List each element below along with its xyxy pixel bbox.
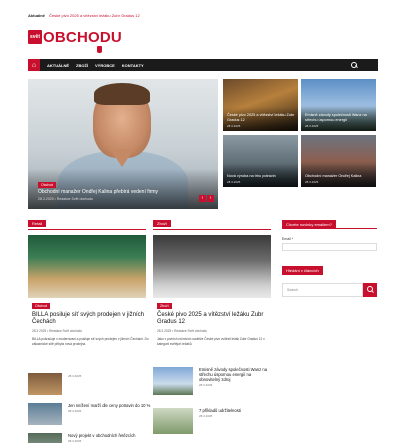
tile-meta: 28.3.2025 <box>305 124 319 128</box>
search-widget: Hledání v článcích Search <box>282 266 377 297</box>
article-title[interactable]: České pivo 2025 a vítězství ležáku Zubr … <box>157 312 275 326</box>
list-thumbnail[interactable] <box>153 408 193 434</box>
search-button[interactable] <box>363 283 377 297</box>
hero-slide[interactable]: Obchod Obchodní manažer Ondřej Kalina př… <box>28 79 218 209</box>
section-divider <box>28 229 146 230</box>
list-item-meta: 28.3.2025 <box>199 383 213 387</box>
article-image[interactable] <box>153 235 271 298</box>
article-excerpt: BILLA pokračuje v modernizaci a posiluje… <box>32 337 149 346</box>
list-thumbnail[interactable] <box>28 373 62 395</box>
featured-tile[interactable]: Emisně závody společnosti Wanz na střech… <box>301 79 376 131</box>
tile-title[interactable]: Emisně závody společnosti Wanz na střech… <box>305 113 373 122</box>
article-excerpt: Jako v prvních ročnících soutěže České p… <box>157 337 265 346</box>
list-item-meta: 28.3.2025 <box>68 409 82 413</box>
ticker-label: Aktuálně <box>28 13 45 18</box>
nav-item-zbozi[interactable]: Zboží <box>76 63 88 68</box>
tile-meta: 28.3.2025 <box>227 180 241 184</box>
tile-meta: 28.3.2025 <box>227 124 241 128</box>
section-divider <box>153 229 271 230</box>
article-image[interactable] <box>28 235 146 298</box>
list-item-meta: 28.3.2025 <box>68 439 82 443</box>
hero-category-badge[interactable]: Obchod <box>38 182 57 188</box>
main-navigation: ⌂ Aktuálně Zboží Výrobce Kontakty <box>28 59 378 71</box>
featured-tile[interactable]: Obchodní manažer Ondřej Kalina 28.3.2025 <box>301 135 376 187</box>
newsletter-title: Chcete novinky emailem? <box>282 220 336 229</box>
tile-title[interactable]: Obchodní manažer Ondřej Kalina <box>305 174 373 179</box>
list-item[interactable]: Emisně závody společnosti Wanz na střech… <box>153 367 271 395</box>
tile-title[interactable]: České pivo 2025 a vítězství ležáku Zubr … <box>227 113 295 122</box>
logo-wordmark: OBCHODU <box>43 28 122 46</box>
home-icon[interactable]: ⌂ <box>28 59 40 71</box>
nav-item-vyrobce[interactable]: Výrobce <box>95 63 115 68</box>
article-meta: 28.3.2025 • Redakce Svět obchodu <box>157 329 208 333</box>
shopping-bag-icon <box>97 46 102 53</box>
section-label-retail[interactable]: Retail <box>28 220 47 227</box>
ticker-link[interactable]: České pivo 2025 a vítězství ležáku Zubr … <box>49 13 140 18</box>
list-item-title[interactable]: 7 příkladů udržitelnosti <box>199 408 271 413</box>
featured-tile[interactable]: České pivo 2025 a vítězství ležáku Zubr … <box>223 79 298 131</box>
featured-tile[interactable]: Nová výroba na trhu potravin 28.3.2025 <box>223 135 298 187</box>
tile-meta: 28.3.2025 <box>305 180 319 184</box>
slider-next-button[interactable]: › <box>207 195 214 202</box>
newsletter-widget: Chcete novinky emailem? Email * <box>282 220 377 251</box>
article-tag[interactable]: Zboží <box>157 303 172 309</box>
list-item-title[interactable]: Jen snížení marží dle ceny potravin do 1… <box>68 403 150 408</box>
nav-item-kontakty[interactable]: Kontakty <box>122 63 144 68</box>
list-item-title[interactable]: Nový projekt v obchodních řetězcích <box>68 433 136 438</box>
search-icon[interactable] <box>350 61 358 69</box>
list-item[interactable]: Nový projekt v obchodních řetězcích 28.3… <box>28 433 136 443</box>
section-label-zbozi[interactable]: Zboží <box>153 220 172 227</box>
list-thumbnail[interactable] <box>153 367 193 395</box>
email-label: Email * <box>282 237 294 241</box>
email-field[interactable] <box>282 243 377 251</box>
list-thumbnail[interactable] <box>28 433 62 443</box>
search-input[interactable]: Search <box>282 283 363 297</box>
list-item-meta: 28.3.2025 <box>68 374 82 378</box>
article-meta: 28.3.2025 • Redakce Svět obchodu <box>32 329 83 333</box>
list-thumbnail[interactable] <box>28 403 62 425</box>
tile-title[interactable]: Nová výroba na trhu potravin <box>227 174 295 179</box>
list-item-meta: 28.3.2025 <box>199 414 213 418</box>
search-widget-title: Hledání v článcích <box>282 266 323 275</box>
news-ticker[interactable]: Aktuálně České pivo 2025 a vítězství lež… <box>28 12 378 20</box>
list-item[interactable]: 28.3.2025 <box>28 373 82 395</box>
site-logo[interactable]: svět OBCHODU <box>28 28 122 53</box>
hero-meta: 28.3.2025 • Redakce Svět obchodu <box>38 197 93 201</box>
list-item[interactable]: Jen snížení marží dle ceny potravin do 1… <box>28 403 150 425</box>
nav-item-aktualne[interactable]: Aktuálně <box>47 63 69 68</box>
hero-title[interactable]: Obchodní manažer Ondřej Kalina přebírá v… <box>38 189 188 195</box>
article-title[interactable]: BILLA posiluje síť svých prodejen v jižn… <box>32 312 150 326</box>
list-item-title[interactable]: Emisně závody společnosti Wanz na střech… <box>199 367 271 382</box>
logo-badge: svět <box>28 30 43 44</box>
article-tag[interactable]: Obchod <box>32 303 51 309</box>
list-item[interactable]: 7 příkladů udržitelnosti 28.3.2025 <box>153 408 271 434</box>
slider-prev-button[interactable]: ‹ <box>199 195 206 202</box>
